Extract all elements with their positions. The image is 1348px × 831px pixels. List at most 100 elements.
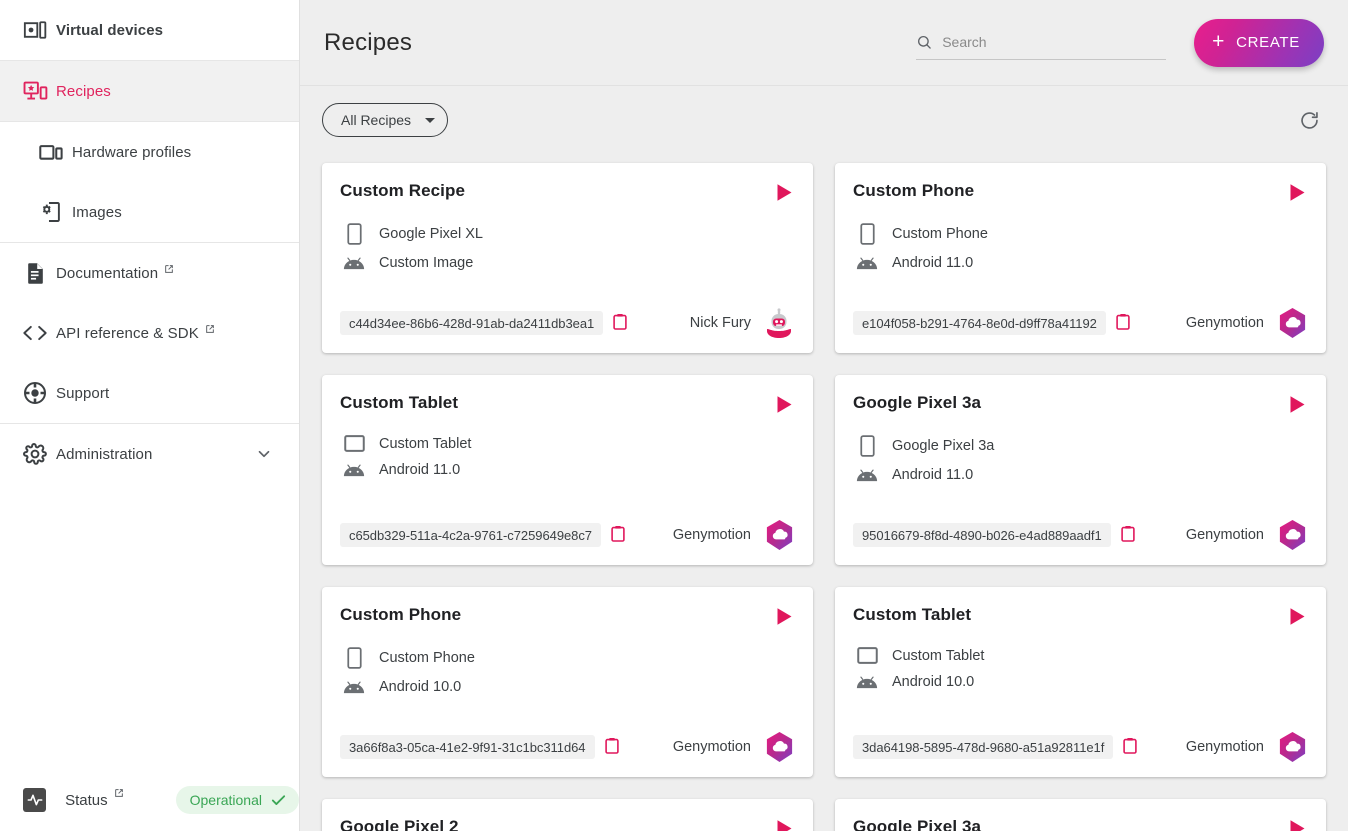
recipes-grid: Custom Recipe Google Pixel XL Custom Image… [310, 154, 1338, 831]
recipe-card-header: Google Pixel 3a [853, 817, 1308, 831]
chevron-down-icon [425, 117, 436, 123]
sidebar-item-label: Hardware profiles [72, 143, 192, 161]
refresh-button[interactable] [1292, 103, 1326, 137]
recipe-image-row: Android 10.0 [853, 674, 1308, 690]
recipe-card-meta: Google Pixel 3a Android 11.0 [853, 435, 1308, 483]
sidebar-item-recipes[interactable]: Recipes [0, 61, 299, 121]
search-icon [918, 35, 931, 49]
recipe-uuid: c65db329-511a-4c2a-9761-c7259649e8c7 [340, 523, 601, 547]
recipe-image-row: Android 11.0 [340, 462, 795, 478]
recipe-card-meta: Custom Tablet Android 10.0 [853, 647, 1308, 690]
tablet-icon [856, 647, 878, 664]
status-row[interactable]: Status Operational [0, 769, 299, 831]
recipe-author-name: Genymotion [1185, 315, 1264, 331]
sidebar-group: Recipes [0, 61, 299, 122]
start-recipe-button[interactable] [776, 181, 795, 205]
recipe-card-header: Google Pixel 3a [853, 393, 1308, 417]
sidebar-item-hardware-profiles[interactable]: Hardware profiles [0, 122, 299, 182]
recipe-card[interactable]: Custom Phone Custom Phone Android 11.0 e104… [835, 163, 1326, 353]
sidebar-item-label: Images [72, 203, 122, 221]
refresh-icon [1300, 111, 1318, 129]
recipe-uuid: c44d34ee-86b6-428d-91ab-da2411db3ea1 [340, 311, 604, 335]
sidebar-item-support[interactable]: Support [0, 363, 299, 423]
external-link-icon [164, 264, 174, 274]
recipe-card-title: Custom Phone [340, 605, 462, 624]
recipe-uuid: 95016679-8f8d-4890-b026-e4ad889aadf1 [853, 523, 1111, 547]
copy-uuid-button[interactable] [1120, 525, 1135, 545]
create-button-label: CREATE [1236, 34, 1300, 51]
recipe-author-name: Nick Fury [689, 315, 751, 331]
sidebar: Virtual devices Recipes Hardware profiles I… [0, 0, 300, 831]
status-badge-label: Operational [189, 792, 262, 808]
search-field[interactable] [916, 26, 1167, 60]
avatar [763, 519, 795, 551]
recipe-card[interactable]: Custom Tablet Custom Tablet Android 10.0 3d… [835, 587, 1326, 777]
recipe-card[interactable]: Google Pixel 3a [835, 799, 1326, 831]
recipe-card-meta: Custom Tablet Android 11.0 [340, 435, 795, 478]
start-recipe-button[interactable] [776, 605, 795, 629]
recipe-image-row: Custom Image [340, 255, 795, 271]
start-recipe-button[interactable] [776, 393, 795, 417]
recipe-author-name: Genymotion [672, 527, 751, 543]
sidebar-item-administration[interactable]: Administration [0, 424, 299, 484]
recipe-card[interactable]: Custom Phone Custom Phone Android 10.0 3a66… [322, 587, 813, 777]
android-icon [343, 680, 365, 694]
external-link-icon [114, 788, 124, 798]
copy-uuid-button[interactable] [1123, 737, 1137, 757]
app-root: Virtual devices Recipes Hardware profiles I… [0, 0, 1348, 831]
sidebar-item-virtual-devices[interactable]: Virtual devices [0, 0, 299, 60]
phone-icon [343, 223, 365, 245]
copy-icon [611, 525, 625, 545]
sidebar-item-label: Recipes [56, 82, 111, 100]
copy-uuid-button[interactable] [613, 313, 627, 333]
start-recipe-button[interactable] [1289, 605, 1308, 629]
android-icon [856, 468, 878, 482]
sidebar-item-images[interactable]: Images [0, 182, 299, 242]
start-recipe-button[interactable] [1289, 817, 1308, 831]
play-icon [1289, 395, 1306, 417]
recipe-card-header: Google Pixel 2 [340, 817, 795, 831]
play-icon [776, 395, 793, 417]
start-recipe-button[interactable] [1289, 181, 1308, 205]
recipe-device-name: Google Pixel XL [379, 226, 483, 242]
start-recipe-button[interactable] [1289, 393, 1308, 417]
recipe-author: Genymotion [673, 731, 795, 763]
create-button[interactable]: + CREATE [1194, 18, 1324, 67]
status-label: Status [65, 791, 108, 809]
recipe-author: Genymotion [1186, 519, 1308, 551]
copy-uuid-button[interactable] [611, 525, 625, 545]
recipe-uuid: e104f058-b291-4764-8e0d-d9ff78a41192 [853, 311, 1106, 335]
recipe-device-row: Custom Phone [340, 647, 795, 669]
search-input[interactable] [942, 34, 1167, 50]
avatar [763, 307, 795, 339]
recipes-scroll-area[interactable]: Custom Recipe Google Pixel XL Custom Image… [300, 154, 1348, 831]
filter-all-recipes-dropdown[interactable]: All Recipes [322, 103, 449, 137]
recipe-card-header: Custom Recipe [340, 181, 795, 205]
recipe-card[interactable]: Google Pixel 2 [322, 799, 813, 831]
recipe-card[interactable]: Google Pixel 3a Google Pixel 3a Android 11… [835, 375, 1326, 565]
sidebar-item-documentation[interactable]: Documentation [0, 243, 299, 303]
filter-bar: All Recipes [300, 86, 1348, 154]
recipe-card-title: Custom Tablet [340, 393, 459, 412]
recipe-card-footer: c65db329-511a-4c2a-9761-c7259649e8c7 Geny… [340, 519, 795, 551]
recipe-image-row: Android 10.0 [340, 679, 795, 695]
sidebar-item-api-reference-sdk[interactable]: API reference & SDK [0, 303, 299, 363]
copy-uuid-button[interactable] [604, 737, 619, 757]
recipe-card[interactable]: Custom Tablet Custom Tablet Android 11.0 c6… [322, 375, 813, 565]
recipe-image-name: Android 11.0 [379, 462, 461, 478]
chevron-down-icon [255, 445, 273, 463]
sidebar-group: Hardware profiles Images [0, 122, 299, 243]
avatar [1276, 731, 1308, 763]
recipe-card-header: Custom Phone [340, 605, 795, 629]
hardware-profiles-icon [30, 143, 72, 162]
virtual-devices-icon [14, 20, 56, 40]
recipe-device-row: Custom Tablet [853, 647, 1308, 664]
copy-uuid-button[interactable] [1116, 313, 1130, 333]
recipe-card[interactable]: Custom Recipe Google Pixel XL Custom Image… [322, 163, 813, 353]
start-recipe-button[interactable] [776, 817, 795, 831]
recipe-device-name: Custom Phone [379, 650, 475, 666]
recipe-author-name: Genymotion [1185, 527, 1264, 543]
sidebar-item-label: Virtual devices [56, 21, 164, 39]
top-bar: Recipes + CREATE [300, 0, 1348, 86]
